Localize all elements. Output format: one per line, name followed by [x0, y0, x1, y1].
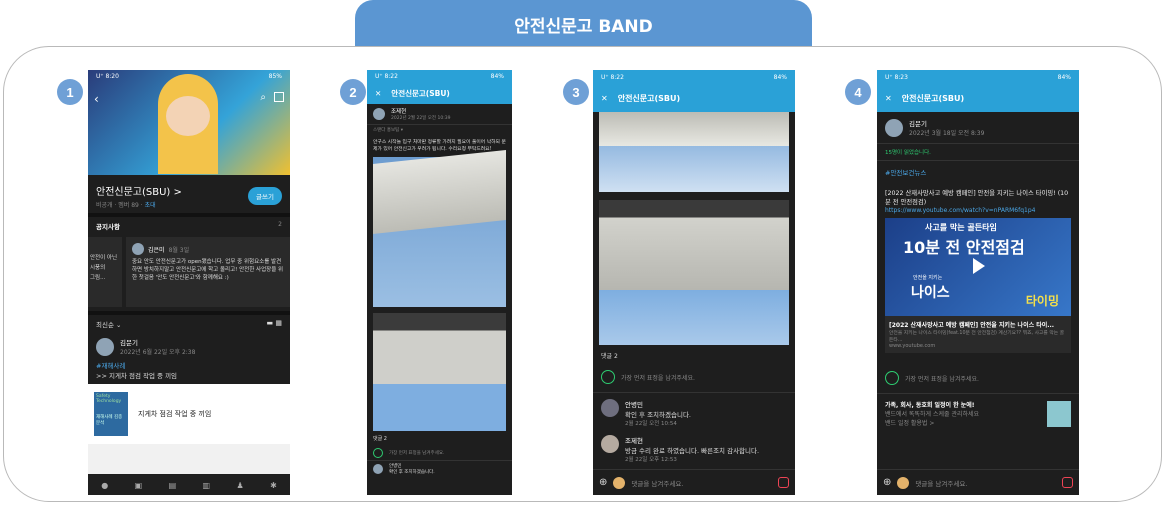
- post-photo-1[interactable]: [373, 150, 506, 307]
- post-tag[interactable]: #안전보건뉴스: [877, 161, 1079, 189]
- step-badge-3: 3: [563, 79, 589, 105]
- band-cover: U⁺ 8:20 85% ‹ ⌕: [88, 70, 290, 175]
- avatar: [601, 435, 619, 453]
- my-avatar: [613, 476, 626, 489]
- author-avatar: [373, 108, 385, 120]
- link-preview[interactable]: [2022 산재사망사고 예방 캠페인] 안전을 지키는 나이스 타이... 안…: [885, 316, 1071, 353]
- my-avatar: [897, 476, 910, 489]
- post-header: 김문기 2022년 6월 22일 오후 2:38: [88, 333, 290, 360]
- comment-item: 조제현 방금 수리 완료 하였습니다. 빠른조치 감사합니다. 2월 22일 오후 …: [593, 431, 795, 467]
- comment-count: 댓글 2: [601, 353, 618, 360]
- comment-item: 안병민 확인 후 조치하겠습니다. 2월 22일 오전 10:54: [593, 393, 795, 431]
- post-photo-1[interactable]: [599, 112, 789, 192]
- notice-card[interactable]: 김은미 8월 3일 중요 안도 안전신문고가 open됐습니다. 업무 중 위험요…: [126, 237, 290, 307]
- card-title: 지게차 점검 작업 중 끼임: [138, 410, 212, 418]
- album-icon[interactable]: ▥: [203, 481, 211, 490]
- step-badge-1: 1: [57, 79, 83, 105]
- status-bar: U⁺ 8:23 84%: [877, 70, 1079, 84]
- band-meta: 비공개 · 멤버 89 ·: [96, 202, 145, 209]
- step-badge-2: 2: [340, 79, 366, 105]
- close-icon[interactable]: ✕: [601, 94, 608, 103]
- video-thumbnail[interactable]: 사고를 막는 골든타임 10분 전 안전점검 안전을 지키는 나이스 타이밍: [885, 218, 1071, 316]
- sort-dropdown[interactable]: 최신순 ⌄: [96, 319, 121, 329]
- play-icon[interactable]: [973, 258, 985, 274]
- settings-icon[interactable]: ✱: [270, 481, 277, 490]
- calendar-icon: [1047, 400, 1071, 427]
- add-reaction-icon[interactable]: [373, 448, 383, 458]
- post-url[interactable]: https://www.youtube.com/watch?v=nPARM6fq…: [877, 207, 1079, 214]
- comment-count: 댓글 2: [373, 436, 387, 442]
- header-title: 안전신문고 BAND: [514, 16, 653, 37]
- close-icon[interactable]: ✕: [885, 94, 892, 103]
- notice-card-left[interactable]: 안전이 아닌 시풍의 그림...: [88, 237, 122, 307]
- add-icon[interactable]: ⊕: [599, 477, 607, 488]
- invite-link[interactable]: 초대: [145, 202, 156, 209]
- close-icon[interactable]: ✕: [375, 89, 381, 98]
- post-photo-2[interactable]: [599, 200, 789, 345]
- link-card[interactable]: Safety Technology 재해사례 김종분석 지게차 점검 작업 중 끼…: [88, 384, 290, 444]
- status-bar: U⁺ 8:22 84%: [593, 70, 795, 84]
- post-body[interactable]: #재해사례 >> 지게차 점검 작업 중 끼임: [88, 360, 290, 380]
- notice-label: 공지사항: [96, 223, 120, 231]
- step-badge-4: 4: [845, 79, 871, 105]
- avatar: [601, 399, 619, 417]
- chat-icon[interactable]: ●: [101, 481, 108, 490]
- status-bar: U⁺ 8:22 84%: [367, 70, 512, 82]
- phone-screen-2: U⁺ 8:22 84% ✕ 안전신문고(SBU) 조제현 2022년 2월 22일 오…: [367, 70, 512, 495]
- band-header: ✕ 안전신문고(SBU): [593, 84, 795, 112]
- read-count[interactable]: 15명이 읽었습니다.: [877, 143, 1079, 161]
- bottom-nav: ● ▣ ▤ ▥ ♟ ✱: [88, 475, 290, 495]
- comment-bar: ⊕ 댓글을 남겨주세요.: [877, 469, 1079, 495]
- write-button[interactable]: 글쓰기: [248, 187, 282, 205]
- members-icon[interactable]: ♟: [237, 481, 244, 490]
- sticker-icon[interactable]: [1062, 477, 1073, 488]
- phone-screen-1: U⁺ 8:20 85% ‹ ⌕ 안전신문고(SBU) > 비공개 · 멤버 89 …: [88, 70, 290, 495]
- add-reaction-icon[interactable]: [601, 370, 615, 384]
- add-reaction-icon[interactable]: [885, 371, 899, 385]
- phone-screen-3: U⁺ 8:22 84% ✕ 안전신문고(SBU) 댓글 2 가장 먼저 표정을 남겨…: [593, 70, 795, 495]
- add-icon[interactable]: ⊕: [883, 477, 891, 488]
- calendar-icon[interactable]: ▤: [169, 481, 177, 490]
- search-icon[interactable]: ⌕: [260, 92, 266, 103]
- cover-face: [166, 96, 210, 136]
- edit-icon[interactable]: [274, 92, 284, 102]
- author-avatar: [885, 118, 903, 137]
- notice-count[interactable]: 2: [278, 221, 282, 231]
- photo-icon[interactable]: ▣: [135, 481, 143, 490]
- band-header: ✕ 안전신문고(SBU): [877, 84, 1079, 112]
- back-arrow-icon[interactable]: ‹: [94, 92, 99, 106]
- post-image: [88, 444, 290, 474]
- comment-input[interactable]: 댓글을 남겨주세요.: [631, 478, 772, 488]
- phone-screen-4: U⁺ 8:23 84% ✕ 안전신문고(SBU) 김문기 2022년 3월 18일 오…: [877, 70, 1079, 495]
- notice-text: 중요 안도 안전신문고가 open됐습니다. 업무 중 위험요소를 발견하면 방…: [132, 259, 284, 281]
- comment-input[interactable]: 댓글을 남겨주세요.: [915, 478, 1056, 488]
- avatar: [373, 464, 383, 474]
- header-title-tab: 안전신문고 BAND: [355, 0, 812, 48]
- post-headline: [2022 산재사망사고 예방 캠페인] 안전을 지키는 나이스 타이밍! (1…: [885, 190, 1069, 206]
- view-toggle-icon[interactable]: ▬ ▦: [267, 319, 282, 329]
- ad-banner[interactable]: 가족, 회사, 동호회 일정이 한 눈에! 밴드에서 똑똑하게 스케줄 관리하세요…: [877, 394, 1079, 433]
- card-logo: Safety Technology 재해사례 김종분석: [94, 392, 128, 436]
- avatar: [132, 243, 144, 255]
- sticker-icon[interactable]: [778, 477, 789, 488]
- band-name[interactable]: 안전신문고(SBU) >: [96, 183, 182, 198]
- comment-bar: ⊕ 댓글을 남겨주세요.: [593, 469, 795, 495]
- author-avatar: [96, 337, 114, 356]
- post-tag-line: 스탠다 홍보팀 ▾: [367, 124, 512, 135]
- band-header: ✕ 안전신문고(SBU): [367, 82, 512, 104]
- post-photo-2[interactable]: [373, 313, 506, 431]
